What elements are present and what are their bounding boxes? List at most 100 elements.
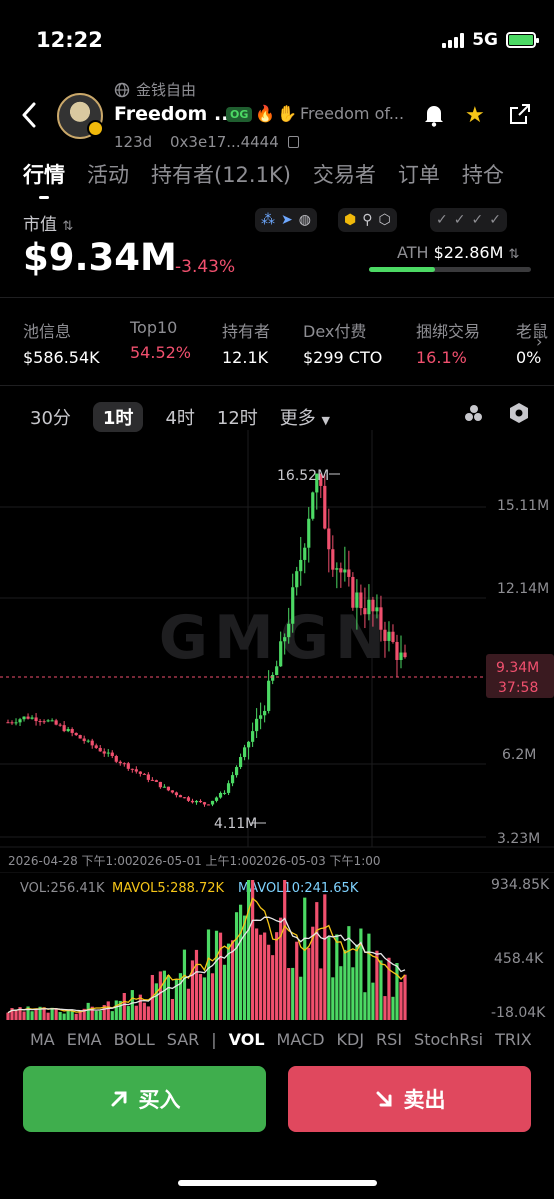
indicator-stochrsi[interactable]: StochRsi bbox=[414, 1030, 483, 1049]
candle[interactable] bbox=[214, 797, 219, 801]
back-chevron-icon[interactable] bbox=[20, 100, 38, 136]
candle[interactable] bbox=[375, 607, 379, 612]
candle[interactable] bbox=[194, 800, 199, 803]
tab-positions[interactable]: 持仓 bbox=[462, 159, 504, 189]
bscscan-icon[interactable]: ⬢ bbox=[344, 212, 356, 228]
telegram-icon[interactable]: ➤ bbox=[281, 212, 293, 228]
candle[interactable] bbox=[327, 528, 331, 550]
candle[interactable] bbox=[295, 571, 299, 588]
candle[interactable] bbox=[371, 599, 375, 612]
candle[interactable] bbox=[70, 729, 74, 733]
candle[interactable] bbox=[30, 717, 34, 719]
candle[interactable] bbox=[367, 599, 371, 615]
candle[interactable] bbox=[279, 641, 283, 667]
tab-activity[interactable]: 活动 bbox=[87, 159, 129, 189]
tab-orders[interactable]: 订单 bbox=[398, 159, 440, 189]
candle[interactable] bbox=[339, 568, 343, 573]
community-icon[interactable]: ⁂ bbox=[261, 212, 275, 228]
candle[interactable] bbox=[307, 518, 311, 548]
contract-address[interactable]: 0x3e17...4444 bbox=[170, 133, 299, 151]
sell-button[interactable]: 卖出 bbox=[288, 1066, 531, 1132]
indicator-trix[interactable]: TRIX bbox=[495, 1030, 532, 1049]
stat-bundle[interactable]: 捆绑交易 16.1% bbox=[416, 318, 480, 367]
candle[interactable] bbox=[50, 720, 54, 722]
candle[interactable] bbox=[46, 720, 50, 722]
candle[interactable] bbox=[355, 592, 359, 608]
candle[interactable] bbox=[206, 804, 211, 806]
candle[interactable] bbox=[303, 547, 307, 560]
candle[interactable] bbox=[178, 795, 183, 798]
website-icon[interactable]: ◍ bbox=[299, 212, 311, 228]
candle[interactable] bbox=[283, 637, 287, 642]
interval-12h[interactable]: 12时 bbox=[217, 404, 258, 430]
indicator-vol[interactable]: VOL bbox=[229, 1030, 265, 1049]
candle[interactable] bbox=[150, 779, 154, 781]
candle[interactable] bbox=[130, 768, 134, 770]
candle[interactable] bbox=[146, 774, 150, 780]
candle[interactable] bbox=[66, 729, 70, 732]
indicator-kdj[interactable]: KDJ bbox=[337, 1030, 365, 1049]
candle[interactable] bbox=[122, 763, 126, 765]
candle[interactable] bbox=[351, 576, 355, 608]
candle[interactable] bbox=[190, 800, 195, 803]
candle[interactable] bbox=[98, 747, 102, 752]
candle[interactable] bbox=[387, 631, 391, 641]
candle[interactable] bbox=[379, 607, 383, 630]
interval-1h[interactable]: 1时 bbox=[92, 402, 144, 432]
interval-4h[interactable]: 4时 bbox=[165, 404, 194, 430]
candle[interactable] bbox=[162, 786, 166, 788]
candle[interactable] bbox=[158, 781, 162, 788]
candle[interactable] bbox=[26, 716, 30, 719]
candle[interactable] bbox=[10, 722, 14, 724]
copy-icon[interactable] bbox=[287, 136, 299, 148]
candle[interactable] bbox=[226, 783, 231, 793]
stat-dex-paid[interactable]: Dex付费 $299 CTO bbox=[303, 318, 382, 367]
candle[interactable] bbox=[391, 631, 395, 642]
stat-top10[interactable]: Top10 54.52% bbox=[130, 318, 191, 362]
tab-market[interactable]: 行情 bbox=[23, 159, 65, 199]
candle[interactable] bbox=[291, 587, 295, 624]
stat-pool[interactable]: 池信息 $586.54K bbox=[23, 318, 100, 367]
candle[interactable] bbox=[275, 666, 279, 676]
stat-holders[interactable]: 持有者 12.1K bbox=[222, 318, 270, 367]
candle[interactable] bbox=[202, 802, 207, 805]
candle[interactable] bbox=[182, 797, 187, 799]
interval-more[interactable]: 更多 ▼ bbox=[280, 404, 330, 430]
share-icon[interactable] bbox=[509, 103, 531, 131]
explorer-icon[interactable]: ⬡ bbox=[379, 212, 391, 228]
candle[interactable] bbox=[114, 756, 118, 762]
candle[interactable] bbox=[331, 549, 335, 570]
buy-button[interactable]: 买入 bbox=[23, 1066, 266, 1132]
candle[interactable] bbox=[142, 773, 146, 775]
candle[interactable] bbox=[102, 751, 106, 754]
bell-icon[interactable] bbox=[423, 103, 445, 133]
candle[interactable] bbox=[174, 792, 179, 796]
candle[interactable] bbox=[210, 800, 215, 805]
candle[interactable] bbox=[134, 769, 138, 772]
candle[interactable] bbox=[106, 752, 110, 754]
candle[interactable] bbox=[242, 747, 247, 758]
candle[interactable] bbox=[94, 745, 98, 748]
candle[interactable] bbox=[255, 718, 259, 732]
candle[interactable] bbox=[18, 719, 22, 723]
candle[interactable] bbox=[6, 722, 10, 724]
candle[interactable] bbox=[311, 492, 315, 519]
candle[interactable] bbox=[186, 797, 191, 801]
search-icon[interactable]: ⚲ bbox=[362, 212, 372, 228]
candle[interactable] bbox=[82, 738, 86, 742]
candle[interactable] bbox=[271, 675, 275, 681]
candle[interactable] bbox=[263, 710, 267, 716]
candle[interactable] bbox=[383, 629, 387, 641]
candle[interactable] bbox=[14, 722, 18, 724]
candle[interactable] bbox=[198, 800, 203, 803]
candle[interactable] bbox=[267, 680, 271, 711]
candle[interactable] bbox=[347, 569, 351, 577]
candle[interactable] bbox=[403, 652, 407, 658]
candle[interactable] bbox=[54, 720, 58, 725]
candle[interactable] bbox=[22, 716, 26, 720]
star-icon[interactable]: ★ bbox=[465, 103, 485, 128]
candle[interactable] bbox=[90, 740, 94, 746]
candle[interactable] bbox=[238, 757, 243, 768]
candle[interactable] bbox=[359, 592, 363, 609]
candle[interactable] bbox=[38, 721, 42, 723]
